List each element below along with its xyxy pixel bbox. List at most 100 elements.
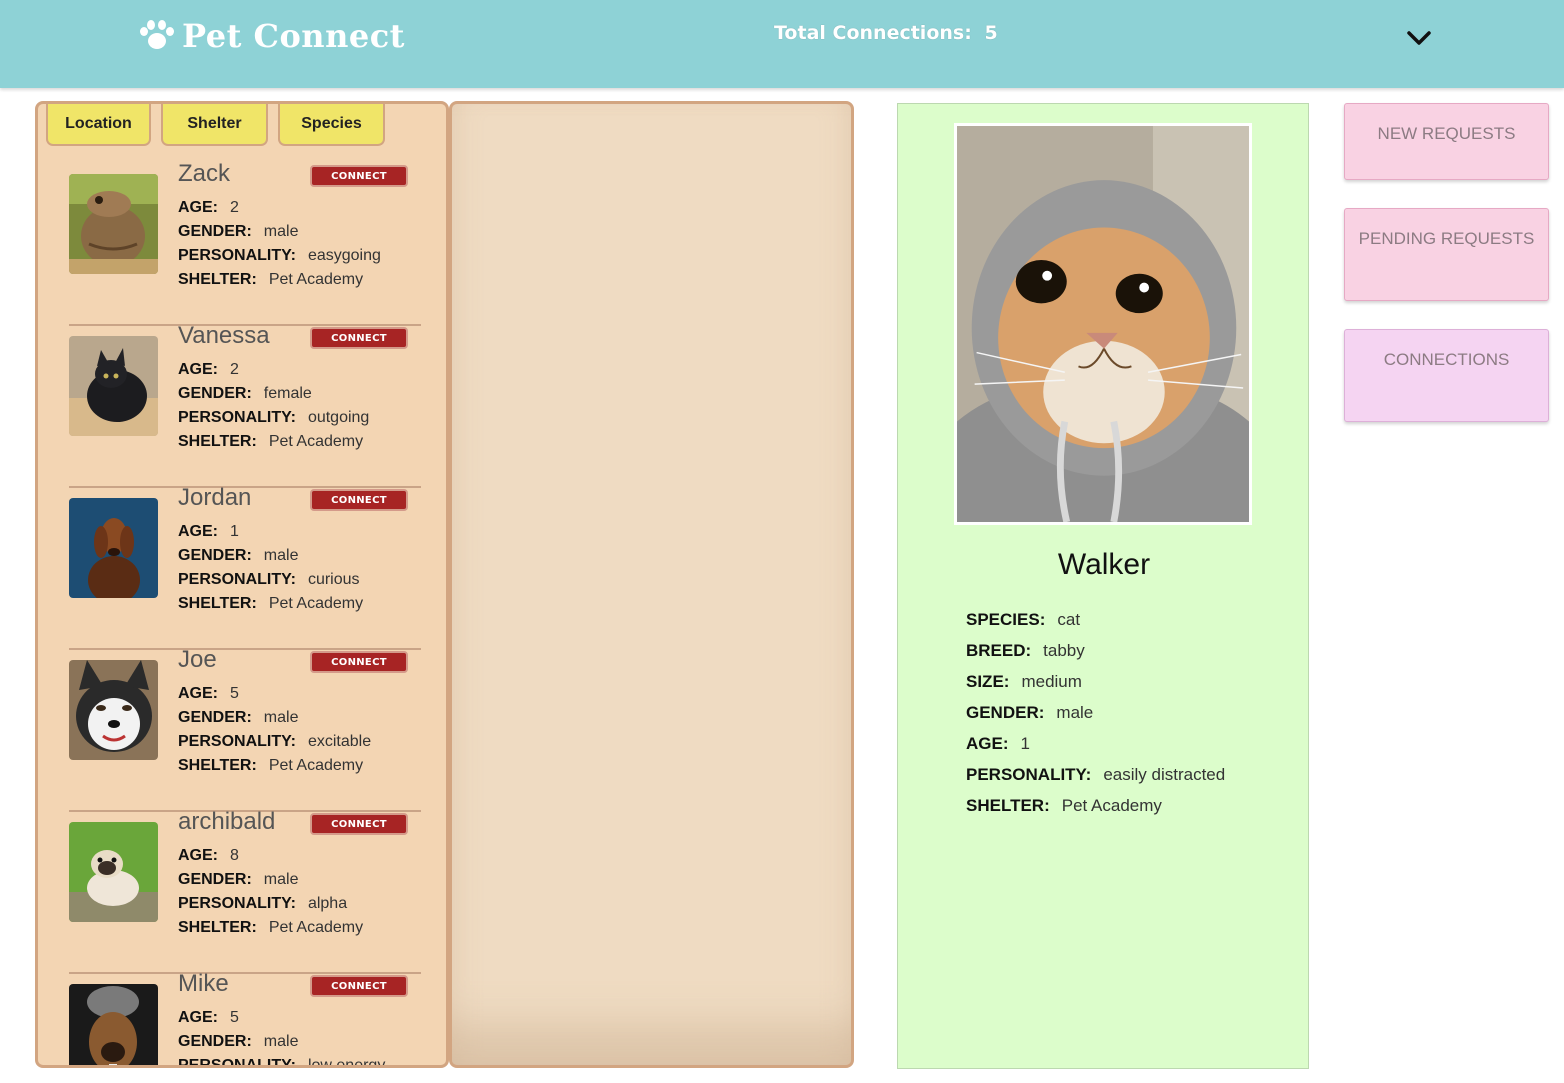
- pet-detail-card: Walker SPECIES: cat BREED: tabby SIZE: medi…: [897, 103, 1309, 1069]
- new-requests-button[interactable]: NEW REQUESTS: [1344, 103, 1549, 180]
- age-label: AGE:: [178, 199, 218, 216]
- detail-shelter: Pet Academy: [1061, 796, 1162, 815]
- species-label: SPECIES:: [966, 610, 1046, 629]
- filter-shelter-button[interactable]: Shelter: [161, 104, 268, 146]
- pet-list-item[interactable]: archibald CONNECT AGE: 8 GENDER: male PERS…: [69, 808, 421, 974]
- pet-list-item[interactable]: Zack CONNECT AGE: 2 GENDER: male PERSONALI…: [69, 160, 421, 326]
- total-connections-value: 5: [984, 22, 998, 44]
- filter-species-button[interactable]: Species: [278, 104, 385, 146]
- connect-button[interactable]: CONNECT: [310, 813, 408, 835]
- connect-button[interactable]: CONNECT: [310, 651, 408, 673]
- shelter-label: SHELTER:: [178, 757, 257, 774]
- age-label: AGE:: [966, 734, 1009, 753]
- pet-name: Vanessa: [178, 322, 270, 349]
- breed-label: BREED:: [966, 641, 1032, 660]
- app-header: Pet Connect Total Connections: 5: [0, 0, 1564, 88]
- pet-age: 1: [230, 523, 239, 540]
- pet-list-item[interactable]: Jordan CONNECT AGE: 1 GENDER: male PERSONA…: [69, 484, 421, 650]
- pet-list-panel: Location Shelter Species Zack CONNECT AG…: [35, 101, 449, 1068]
- age-label: AGE:: [178, 685, 218, 702]
- pet-details: AGE: 2 GENDER: female PERSONALITY: outgoing…: [178, 358, 369, 454]
- pet-gender: male: [263, 871, 299, 888]
- paw-icon: [138, 19, 176, 53]
- detail-breed: tabby: [1043, 641, 1085, 660]
- age-label: AGE:: [178, 523, 218, 540]
- connect-button[interactable]: CONNECT: [310, 489, 408, 511]
- pet-age: 5: [230, 685, 239, 702]
- shelter-label: SHELTER:: [966, 796, 1050, 815]
- shelter-label: SHELTER:: [178, 271, 257, 288]
- pet-photo-cat-in-hoodie: [954, 123, 1252, 525]
- shelter-label: SHELTER:: [178, 919, 257, 936]
- pet-personality: low energy: [307, 1057, 386, 1068]
- pet-name: Joe: [178, 646, 217, 673]
- pet-gender: male: [263, 547, 299, 564]
- gender-label: GENDER:: [178, 547, 252, 564]
- pet-name: Zack: [178, 160, 231, 187]
- pet-list-item[interactable]: Vanessa CONNECT AGE: 2 GENDER: female PERS…: [69, 322, 421, 488]
- pet-details: AGE: 5 GENDER: male PERSONALITY: excitable …: [178, 682, 371, 778]
- personality-label: PERSONALITY:: [178, 733, 296, 750]
- pet-gender: female: [263, 385, 312, 402]
- detail-age: 1: [1020, 734, 1030, 753]
- pet-gender: male: [263, 223, 299, 240]
- pet-details: AGE: 2 GENDER: male PERSONALITY: easygoing …: [178, 196, 381, 292]
- gender-label: GENDER:: [178, 871, 252, 888]
- pet-name: archibald: [178, 808, 276, 835]
- pet-list-item[interactable]: Joe CONNECT AGE: 5 GENDER: male PERSONALIT…: [69, 646, 421, 812]
- gender-label: GENDER:: [178, 223, 252, 240]
- pet-details: AGE: 8 GENDER: male PERSONALITY: alpha SHEL…: [178, 844, 363, 940]
- filter-location-button[interactable]: Location: [46, 104, 151, 146]
- connect-button[interactable]: CONNECT: [310, 165, 408, 187]
- pet-photo-lizard: [69, 174, 158, 274]
- age-label: AGE:: [178, 361, 218, 378]
- pet-photo-pug: [69, 822, 158, 922]
- pet-list-item[interactable]: Mike CONNECT AGE: 5 GENDER: male PERSONALI…: [69, 970, 421, 1068]
- pet-photo-black-cat: [69, 336, 158, 436]
- connection-drop-panel: [449, 101, 854, 1068]
- pet-photo-setter-dog: [69, 498, 158, 598]
- brand-name: Pet Connect: [182, 17, 405, 55]
- pet-age: 8: [230, 847, 239, 864]
- detail-species: cat: [1057, 610, 1081, 629]
- personality-label: PERSONALITY:: [178, 895, 296, 912]
- personality-label: PERSONALITY:: [178, 409, 296, 426]
- gender-label: GENDER:: [178, 709, 252, 726]
- connections-button[interactable]: CONNECTIONS: [1344, 329, 1549, 422]
- pet-shelter: Pet Academy: [268, 595, 364, 612]
- pet-photo-boxer: [69, 984, 158, 1065]
- shelter-label: SHELTER:: [178, 433, 257, 450]
- pet-details: AGE: 1 GENDER: male PERSONALITY: curious SH…: [178, 520, 363, 616]
- chevron-down-icon[interactable]: [1406, 28, 1432, 48]
- pet-shelter: Pet Academy: [268, 919, 364, 936]
- pet-name: Mike: [178, 970, 229, 997]
- pet-shelter: Pet Academy: [268, 757, 364, 774]
- pet-list: Zack CONNECT AGE: 2 GENDER: male PERSONALI…: [69, 160, 421, 1068]
- pet-gender: male: [263, 1033, 299, 1050]
- personality-label: PERSONALITY:: [966, 765, 1092, 784]
- detail-gender: male: [1056, 703, 1094, 722]
- brand-logo[interactable]: Pet Connect: [138, 14, 405, 58]
- personality-label: PERSONALITY:: [178, 571, 296, 588]
- pet-personality: easygoing: [307, 247, 381, 264]
- detail-pet-name: Walker: [1057, 548, 1151, 581]
- total-connections: Total Connections: 5: [774, 22, 998, 44]
- pet-gender: male: [263, 709, 299, 726]
- pet-details: AGE: 5 GENDER: male PERSONALITY: low energy: [178, 1006, 386, 1068]
- pet-shelter: Pet Academy: [268, 271, 364, 288]
- pet-age: 2: [230, 199, 239, 216]
- pet-age: 5: [230, 1009, 239, 1026]
- personality-label: PERSONALITY:: [178, 1057, 296, 1068]
- shelter-label: SHELTER:: [178, 595, 257, 612]
- connect-button[interactable]: CONNECT: [310, 975, 408, 997]
- age-label: AGE:: [178, 847, 218, 864]
- pending-requests-button[interactable]: PENDING REQUESTS: [1344, 208, 1549, 301]
- age-label: AGE:: [178, 1009, 218, 1026]
- pet-photo-husky: [69, 660, 158, 760]
- gender-label: GENDER:: [178, 385, 252, 402]
- pet-age: 2: [230, 361, 239, 378]
- connect-button[interactable]: CONNECT: [310, 327, 408, 349]
- total-connections-label: Total Connections:: [774, 22, 972, 44]
- pet-personality: alpha: [307, 895, 348, 912]
- pet-name: Jordan: [178, 484, 252, 511]
